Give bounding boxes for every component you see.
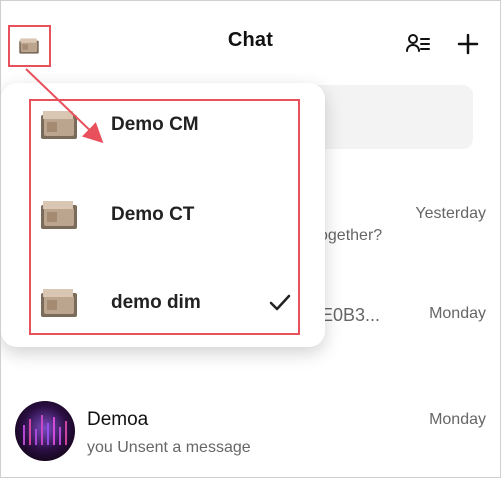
popup-item[interactable]: Demo CM xyxy=(1,83,325,169)
contacts-button[interactable] xyxy=(404,30,432,58)
chat-time: Monday xyxy=(429,411,486,428)
chat-preview: ogether? xyxy=(319,227,383,244)
chat-screen: Chat Yesterday ogether? E0B3... Monday D… xyxy=(0,0,501,478)
contacts-list-icon xyxy=(406,34,430,52)
chat-name: Demoa xyxy=(87,409,149,430)
chat-preview: you Unsent a message xyxy=(87,439,251,456)
device-avatar-icon xyxy=(35,105,83,145)
chat-time: Monday xyxy=(429,305,486,322)
checkmark-icon xyxy=(269,294,291,311)
app-header: Chat xyxy=(1,1,500,87)
popup-item-label: Demo CM xyxy=(111,114,199,135)
device-avatar-icon xyxy=(35,283,83,323)
popup-item[interactable]: Demo CT xyxy=(1,173,325,259)
chat-row[interactable]: Demoa you Unsent a message Monday xyxy=(1,387,500,477)
avatar-image-icon xyxy=(15,401,75,461)
popup-item-label: demo dim xyxy=(111,292,201,313)
device-avatar-icon xyxy=(35,195,83,235)
plus-icon xyxy=(457,33,479,55)
add-button[interactable] xyxy=(454,30,482,58)
account-switcher-popup: Demo CM Demo CT demo dim xyxy=(1,83,325,347)
chat-avatar xyxy=(15,401,75,461)
chat-preview: E0B3... xyxy=(321,305,381,325)
header-actions xyxy=(404,30,482,58)
chat-time: Yesterday xyxy=(415,205,486,222)
popup-item[interactable]: demo dim xyxy=(1,261,325,347)
popup-item-label: Demo CT xyxy=(111,204,195,225)
